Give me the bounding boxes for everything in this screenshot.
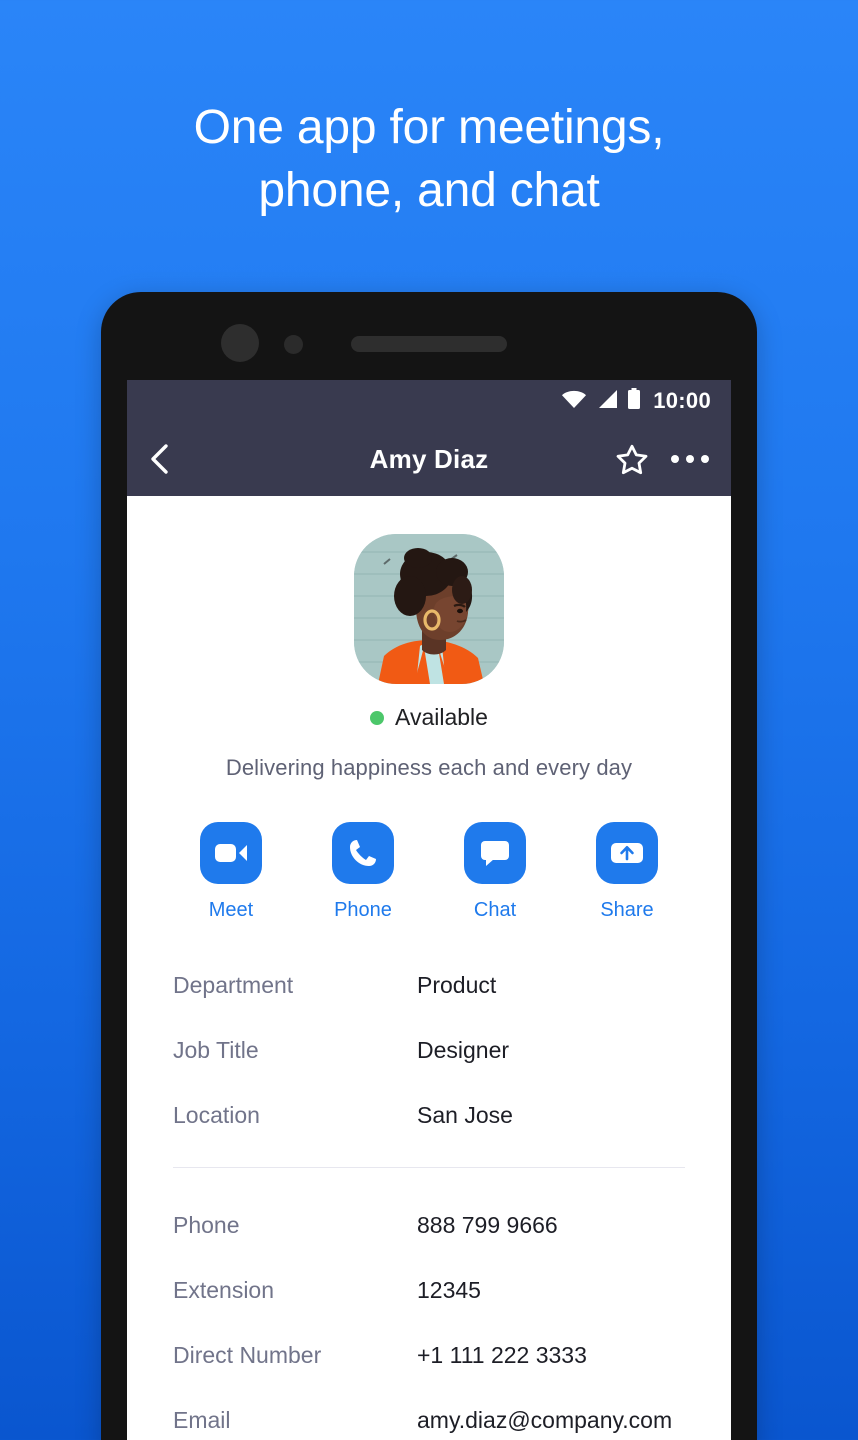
profile-section: Available Delivering happiness each and … [127, 496, 731, 922]
phone-screen: 10:00 Amy Diaz Available Delivering happ… [127, 380, 731, 1440]
star-outline-icon[interactable] [615, 443, 649, 476]
action-meet[interactable]: Meet [193, 822, 269, 922]
phone-top-bezel [101, 292, 757, 380]
phone-mockup: 10:00 Amy Diaz Available Delivering happ… [101, 292, 757, 1440]
presence-label: Available [395, 704, 488, 730]
overflow-dot [701, 455, 709, 463]
detail-value: Designer [417, 1037, 510, 1063]
detail-row: Extension 12345 [173, 1277, 685, 1304]
quick-actions: Meet Phone Chat Share [127, 822, 731, 922]
action-label: Chat [473, 899, 517, 921]
detail-row: Location San Jose [173, 1102, 685, 1129]
detail-value[interactable]: amy.diaz@company.com [417, 1407, 672, 1434]
detail-value: Product [417, 972, 497, 998]
detail-label: Email [173, 1407, 231, 1433]
back-button[interactable] [149, 443, 169, 475]
action-label: Meet [208, 899, 254, 921]
detail-row: Phone 888 799 9666 [173, 1212, 685, 1239]
presence-dot-icon [370, 710, 385, 725]
profile-tagline: Delivering happiness each and every day [225, 755, 633, 780]
detail-row: Department Product [173, 972, 685, 999]
detail-label: Phone [173, 1212, 240, 1238]
phone-handset-icon [332, 822, 394, 884]
app-bar: Amy Diaz [127, 422, 731, 496]
earpiece-speaker [351, 336, 507, 352]
proximity-sensor-icon [284, 335, 303, 354]
action-chat[interactable]: Chat [457, 822, 533, 922]
detail-value[interactable]: 12345 [417, 1277, 481, 1304]
detail-label: Direct Number [173, 1342, 322, 1368]
headline-line-1: One app for meetings, [193, 101, 665, 154]
overflow-dot [671, 455, 679, 463]
avatar[interactable] [354, 534, 504, 684]
battery-icon [627, 387, 641, 415]
details-group-contact: Phone 888 799 9666 Extension 12345 Direc… [173, 1212, 685, 1434]
detail-row: Job Title Designer [173, 1037, 685, 1064]
wifi-icon [561, 389, 587, 414]
headline-line-2: phone, and chat [258, 164, 600, 217]
detail-label: Extension [173, 1277, 275, 1303]
action-phone[interactable]: Phone [325, 822, 401, 922]
detail-value[interactable]: 888 799 9666 [417, 1212, 558, 1239]
overflow-dot [686, 455, 694, 463]
detail-row: Email amy.diaz@company.com [173, 1407, 685, 1434]
presence-status: Available [127, 704, 731, 731]
avatar-photo [354, 534, 504, 684]
video-camera-icon [200, 822, 262, 884]
front-camera-icon [221, 324, 259, 362]
profile-details: Department Product Job Title Designer Lo… [127, 972, 731, 1434]
status-bar: 10:00 [127, 380, 731, 422]
action-label: Share [600, 899, 654, 921]
details-divider [173, 1167, 685, 1168]
action-label: Phone [334, 899, 392, 921]
detail-label: Job Title [173, 1037, 259, 1063]
chat-bubble-icon [464, 822, 526, 884]
detail-value[interactable]: +1 111 222 3333 [417, 1342, 587, 1369]
cellular-signal-icon [596, 389, 618, 414]
action-share[interactable]: Share [589, 822, 665, 922]
share-upload-icon [596, 822, 658, 884]
details-group-work: Department Product Job Title Designer Lo… [173, 972, 685, 1129]
detail-label: Location [173, 1102, 260, 1128]
detail-row: Direct Number +1 111 222 3333 [173, 1342, 685, 1369]
more-horizontal-icon[interactable] [671, 455, 709, 463]
detail-label: Department [173, 972, 294, 998]
detail-value: San Jose [417, 1102, 513, 1128]
status-bar-time: 10:00 [653, 388, 711, 413]
promo-headline: One app for meetings, phone, and chat [0, 96, 858, 222]
